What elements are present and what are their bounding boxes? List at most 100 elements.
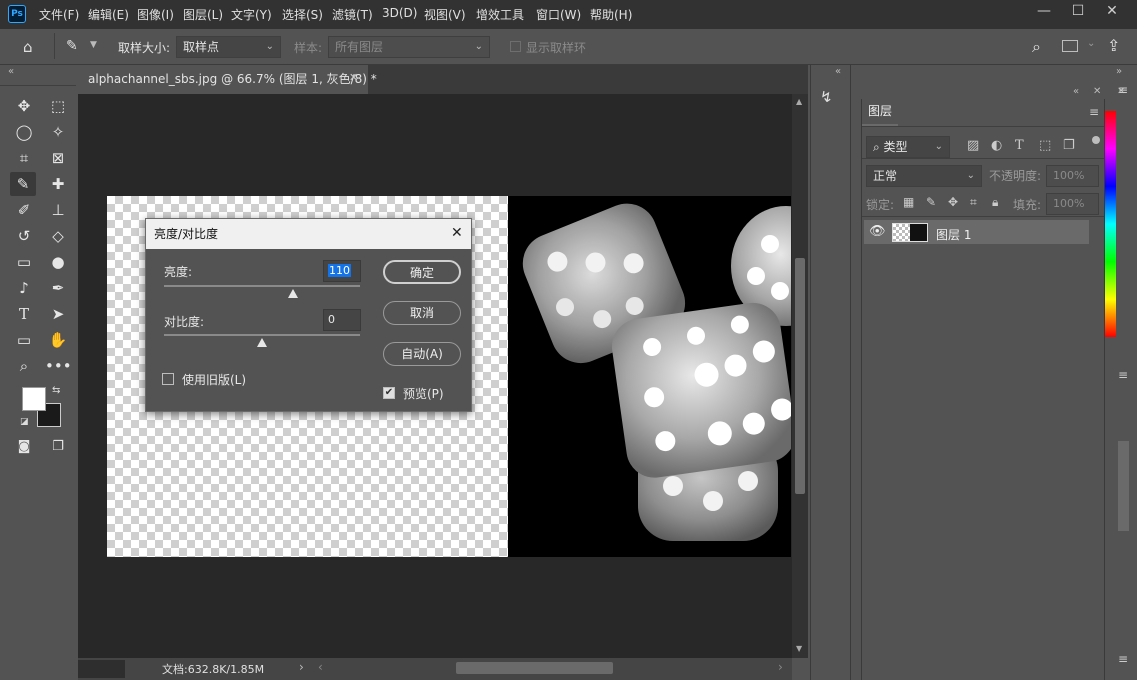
screen-mode-icon[interactable]: ❐ bbox=[45, 435, 71, 459]
shape-filter-icon[interactable]: ⬚ bbox=[1039, 138, 1051, 153]
dice-image[interactable] bbox=[508, 196, 791, 557]
color-spectrum-bar[interactable] bbox=[1105, 111, 1116, 337]
pen-tool-icon[interactable]: ✒ bbox=[45, 276, 71, 300]
menu-item-6[interactable]: 滤镜(T) bbox=[332, 6, 373, 23]
home-icon[interactable]: ⌂ bbox=[23, 38, 41, 56]
crop-tool-icon[interactable]: ⌗ bbox=[11, 146, 37, 170]
lasso-tool-icon[interactable]: ◯ bbox=[11, 120, 37, 144]
type-tool-icon[interactable]: T bbox=[11, 302, 37, 326]
preview-checkbox[interactable]: ✔ bbox=[383, 387, 395, 399]
scroll-up-icon[interactable]: ▲ bbox=[796, 97, 802, 106]
collapse-panel-icon[interactable]: » bbox=[1116, 66, 1122, 77]
healing-brush-tool-icon[interactable]: ✚ bbox=[45, 172, 71, 196]
eraser-tool-icon[interactable]: ◇ bbox=[45, 224, 71, 248]
type-filter-icon[interactable]: T bbox=[1015, 138, 1024, 153]
collapse-panel-icon[interactable]: « bbox=[8, 66, 14, 77]
menu-item-9[interactable]: 增效工具 bbox=[476, 6, 524, 23]
zoom-tool-icon[interactable]: ⌕ bbox=[11, 354, 37, 378]
sample-size-select[interactable]: 取样点 ⌄ bbox=[176, 36, 281, 58]
fill-field[interactable]: 100% bbox=[1046, 193, 1099, 215]
history-brush-tool-icon[interactable]: ↺ bbox=[11, 224, 37, 248]
search-icon[interactable]: ⌕ bbox=[1032, 37, 1041, 57]
filter-toggle-icon[interactable] bbox=[1092, 136, 1100, 144]
scroll-left-icon[interactable]: ‹ bbox=[318, 660, 323, 674]
foreground-color-swatch[interactable] bbox=[22, 387, 46, 411]
opacity-field[interactable]: 100% bbox=[1046, 165, 1099, 187]
menu-item-2[interactable]: 图像(I) bbox=[137, 6, 174, 23]
document-tab[interactable]: alphachannel_sbs.jpg @ 66.7% (图层 1, 灰色/8… bbox=[78, 65, 377, 94]
swap-colors-icon[interactable]: ⇆ bbox=[52, 385, 60, 396]
lock-all-icon[interactable]: 🔒︎ bbox=[992, 195, 998, 210]
scroll-right-icon[interactable]: › bbox=[778, 660, 783, 674]
rectangle-tool-icon[interactable]: ▭ bbox=[11, 328, 37, 352]
collapse-panel-icon[interactable]: « bbox=[835, 66, 841, 77]
contrast-slider-track[interactable] bbox=[164, 334, 360, 336]
ok-button[interactable]: 确定 bbox=[383, 260, 461, 284]
close-panel-icon[interactable]: ✕ bbox=[1093, 86, 1101, 97]
sample-select[interactable]: 所有图层 ⌄ bbox=[328, 36, 490, 58]
hand-tool-icon[interactable]: ✋ bbox=[45, 328, 71, 352]
move-tool-icon[interactable]: ✥ bbox=[11, 94, 37, 118]
smart-object-filter-icon[interactable]: ❐ bbox=[1063, 138, 1075, 153]
close-tab-icon[interactable]: ✕ bbox=[349, 71, 358, 84]
panel-menu-icon[interactable]: ≡ bbox=[1118, 652, 1128, 666]
frame-tool-icon[interactable]: ⊠ bbox=[45, 146, 71, 170]
minimize-button[interactable]: — bbox=[1027, 0, 1061, 24]
marquee-tool-icon[interactable]: ⬚ bbox=[45, 94, 71, 118]
panel-menu-icon[interactable]: ≡ bbox=[1118, 83, 1128, 97]
tab-layers[interactable]: 图层 bbox=[862, 99, 898, 126]
menu-item-7[interactable]: 3D(D) bbox=[382, 6, 417, 20]
eyedropper-tool-icon[interactable]: ✎ bbox=[10, 172, 36, 196]
magic-wand-tool-icon[interactable]: ✧ bbox=[45, 120, 71, 144]
scroll-down-icon[interactable]: ▼ bbox=[796, 644, 802, 653]
menu-item-4[interactable]: 文字(Y) bbox=[231, 6, 272, 23]
blur-tool-icon[interactable]: ● bbox=[45, 250, 71, 274]
auto-button[interactable]: 自动(A) bbox=[383, 342, 461, 366]
panel-menu-icon[interactable]: ≡ bbox=[1089, 105, 1099, 119]
blend-mode-select[interactable]: 正常 ⌄ bbox=[866, 165, 982, 187]
dialog-close-icon[interactable]: ✕ bbox=[451, 225, 463, 241]
panel-scroll-thumb[interactable] bbox=[1118, 441, 1129, 531]
quick-mask-icon[interactable]: ◙ bbox=[11, 435, 37, 459]
vertical-scroll-thumb[interactable] bbox=[795, 258, 805, 494]
chevron-down-icon[interactable]: ⌄ bbox=[1087, 38, 1095, 49]
show-ring-checkbox[interactable] bbox=[510, 41, 521, 52]
default-colors-icon[interactable]: ◪ bbox=[20, 417, 29, 427]
menu-item-11[interactable]: 帮助(H) bbox=[590, 6, 632, 23]
zoom-field[interactable] bbox=[78, 660, 125, 678]
use-legacy-checkbox[interactable] bbox=[162, 373, 174, 385]
stamp-tool-icon[interactable]: ⊥ bbox=[45, 198, 71, 222]
brightness-slider-track[interactable] bbox=[164, 285, 360, 287]
more-tools-icon[interactable]: ••• bbox=[45, 354, 72, 378]
share-icon[interactable]: ⇪ bbox=[1107, 36, 1120, 55]
eye-visibility-icon[interactable]: 👁︎ bbox=[869, 224, 886, 239]
contrast-slider-thumb[interactable] bbox=[257, 338, 267, 347]
pixel-filter-icon[interactable]: ▨ bbox=[967, 138, 979, 153]
lock-artboard-icon[interactable]: ⌗ bbox=[970, 195, 977, 210]
brightness-input[interactable]: 110 bbox=[323, 260, 361, 282]
menu-item-1[interactable]: 编辑(E) bbox=[88, 6, 129, 23]
lock-image-icon[interactable]: ✎ bbox=[926, 195, 936, 209]
contrast-input[interactable]: 0 bbox=[323, 309, 361, 331]
menu-item-8[interactable]: 视图(V) bbox=[424, 6, 466, 23]
close-window-button[interactable]: ✕ bbox=[1095, 0, 1129, 24]
brush-tool-icon[interactable]: ✐ bbox=[11, 198, 37, 222]
menu-item-10[interactable]: 窗口(W) bbox=[536, 6, 581, 23]
cancel-button[interactable]: 取消 bbox=[383, 301, 461, 325]
adjustment-filter-icon[interactable]: ◐ bbox=[991, 138, 1002, 153]
horizontal-scroll-thumb[interactable] bbox=[456, 662, 613, 674]
menu-item-5[interactable]: 选择(S) bbox=[282, 6, 323, 23]
chevron-down-icon[interactable]: ▼ bbox=[90, 40, 97, 50]
path-selection-tool-icon[interactable]: ➤ bbox=[45, 302, 71, 326]
eyedropper-tool-preset-icon[interactable]: ✎ bbox=[66, 38, 78, 54]
layer-filter-select[interactable]: ⌕ 类型 ⌄ bbox=[866, 136, 950, 158]
history-panel-icon[interactable]: ↯ bbox=[820, 88, 833, 106]
maximize-button[interactable]: ☐ bbox=[1061, 0, 1095, 24]
collapse-panel-icon[interactable]: « bbox=[1073, 86, 1079, 97]
dodge-tool-icon[interactable]: ♪ bbox=[11, 276, 37, 300]
menu-item-3[interactable]: 图层(L) bbox=[183, 6, 223, 23]
lock-position-icon[interactable]: ✥ bbox=[948, 195, 958, 209]
gradient-tool-icon[interactable]: ▭ bbox=[11, 250, 37, 274]
workspace-icon[interactable] bbox=[1062, 40, 1078, 52]
layer-name[interactable]: 图层 1 bbox=[936, 226, 971, 243]
